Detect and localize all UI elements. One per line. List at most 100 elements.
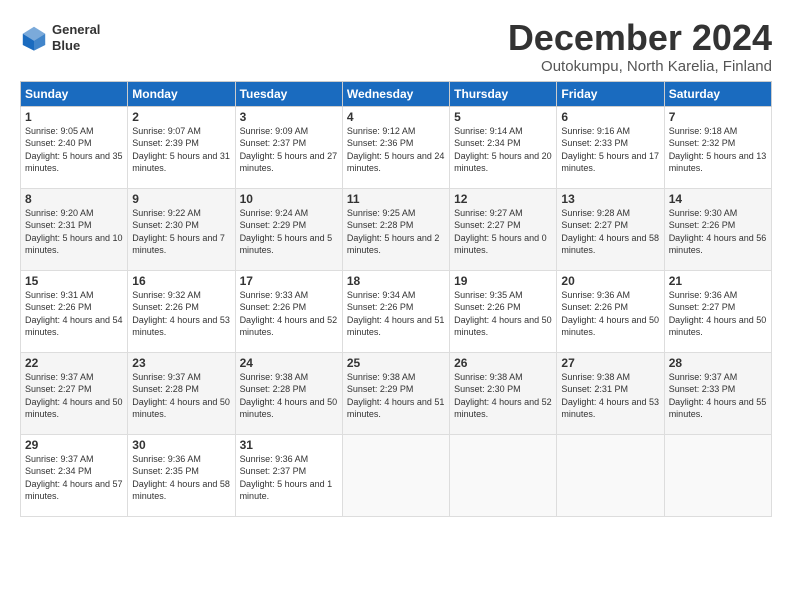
day-info: Sunrise: 9:37 AMSunset: 2:34 PMDaylight:…: [25, 454, 123, 502]
day-info: Sunrise: 9:34 AMSunset: 2:26 PMDaylight:…: [347, 290, 445, 338]
day-number: 15: [25, 274, 123, 288]
day-number: 20: [561, 274, 659, 288]
day-info: Sunrise: 9:05 AMSunset: 2:40 PMDaylight:…: [25, 126, 123, 174]
calendar-cell: 9 Sunrise: 9:22 AMSunset: 2:30 PMDaylight…: [128, 188, 235, 270]
day-info: Sunrise: 9:38 AMSunset: 2:30 PMDaylight:…: [454, 372, 552, 420]
day-info: Sunrise: 9:28 AMSunset: 2:27 PMDaylight:…: [561, 208, 659, 256]
calendar-cell: 5 Sunrise: 9:14 AMSunset: 2:34 PMDaylight…: [450, 106, 557, 188]
day-number: 7: [669, 110, 767, 124]
calendar-cell: 29 Sunrise: 9:37 AMSunset: 2:34 PMDayligh…: [21, 434, 128, 516]
calendar-cell: 23Sunrise: 9:37 AMSunset: 2:28 PMDayligh…: [128, 352, 235, 434]
day-info: Sunrise: 9:09 AMSunset: 2:37 PMDaylight:…: [240, 126, 338, 174]
header: General Blue December 2024 Outokumpu, No…: [20, 18, 772, 75]
calendar-week-row: 15Sunrise: 9:31 AMSunset: 2:26 PMDayligh…: [21, 270, 772, 352]
calendar-cell: 12 Sunrise: 9:27 AMSunset: 2:27 PMDayligh…: [450, 188, 557, 270]
calendar-cell: 19Sunrise: 9:35 AMSunset: 2:26 PMDayligh…: [450, 270, 557, 352]
day-number: 16: [132, 274, 230, 288]
day-info: Sunrise: 9:36 AMSunset: 2:35 PMDaylight:…: [132, 454, 230, 502]
calendar-week-row: 22 Sunrise: 9:37 AMSunset: 2:27 PMDayligh…: [21, 352, 772, 434]
day-info: Sunrise: 9:14 AMSunset: 2:34 PMDaylight:…: [454, 126, 552, 174]
day-number: 4: [347, 110, 445, 124]
calendar-cell: 20 Sunrise: 9:36 AMSunset: 2:26 PMDayligh…: [557, 270, 664, 352]
calendar-cell: 27 Sunrise: 9:38 AMSunset: 2:31 PMDayligh…: [557, 352, 664, 434]
logo-line1: General: [52, 22, 100, 38]
calendar-cell: 24Sunrise: 9:38 AMSunset: 2:28 PMDayligh…: [235, 352, 342, 434]
day-number: 29: [25, 438, 123, 452]
calendar-week-row: 1 Sunrise: 9:05 AMSunset: 2:40 PMDaylight…: [21, 106, 772, 188]
day-number: 2: [132, 110, 230, 124]
day-info: Sunrise: 9:37 AMSunset: 2:28 PMDaylight:…: [132, 372, 230, 420]
day-info: Sunrise: 9:20 AMSunset: 2:31 PMDaylight:…: [25, 208, 123, 256]
logo: General Blue: [20, 22, 100, 53]
day-number: 24: [240, 356, 338, 370]
day-info: Sunrise: 9:30 AMSunset: 2:26 PMDaylight:…: [669, 208, 767, 256]
main-title: December 2024: [508, 18, 772, 58]
day-of-week-header: Friday: [557, 81, 664, 106]
day-info: Sunrise: 9:36 AMSunset: 2:27 PMDaylight:…: [669, 290, 767, 338]
day-of-week-header: Saturday: [664, 81, 771, 106]
calendar-cell: 7 Sunrise: 9:18 AMSunset: 2:32 PMDaylight…: [664, 106, 771, 188]
calendar-cell: 16Sunrise: 9:32 AMSunset: 2:26 PMDayligh…: [128, 270, 235, 352]
day-info: Sunrise: 9:24 AMSunset: 2:29 PMDaylight:…: [240, 208, 333, 256]
calendar-cell: 22 Sunrise: 9:37 AMSunset: 2:27 PMDayligh…: [21, 352, 128, 434]
day-number: 31: [240, 438, 338, 452]
day-info: Sunrise: 9:22 AMSunset: 2:30 PMDaylight:…: [132, 208, 225, 256]
day-number: 13: [561, 192, 659, 206]
calendar-cell: 21 Sunrise: 9:36 AMSunset: 2:27 PMDayligh…: [664, 270, 771, 352]
day-info: Sunrise: 9:25 AMSunset: 2:28 PMDaylight:…: [347, 208, 440, 256]
calendar-cell: 28Sunrise: 9:37 AMSunset: 2:33 PMDayligh…: [664, 352, 771, 434]
day-info: Sunrise: 9:33 AMSunset: 2:26 PMDaylight:…: [240, 290, 338, 338]
calendar-cell: 4 Sunrise: 9:12 AMSunset: 2:36 PMDaylight…: [342, 106, 449, 188]
day-number: 19: [454, 274, 552, 288]
calendar-cell: 1 Sunrise: 9:05 AMSunset: 2:40 PMDaylight…: [21, 106, 128, 188]
day-number: 9: [132, 192, 230, 206]
day-info: Sunrise: 9:37 AMSunset: 2:27 PMDaylight:…: [25, 372, 123, 420]
day-number: 17: [240, 274, 338, 288]
calendar-cell: 10Sunrise: 9:24 AMSunset: 2:29 PMDayligh…: [235, 188, 342, 270]
day-number: 30: [132, 438, 230, 452]
day-number: 12: [454, 192, 552, 206]
day-info: Sunrise: 9:12 AMSunset: 2:36 PMDaylight:…: [347, 126, 445, 174]
day-of-week-header: Sunday: [21, 81, 128, 106]
calendar-cell: 8 Sunrise: 9:20 AMSunset: 2:31 PMDaylight…: [21, 188, 128, 270]
day-of-week-header: Monday: [128, 81, 235, 106]
calendar-cell: 31 Sunrise: 9:36 AMSunset: 2:37 PMDayligh…: [235, 434, 342, 516]
calendar-cell: [557, 434, 664, 516]
day-info: Sunrise: 9:36 AMSunset: 2:26 PMDaylight:…: [561, 290, 659, 338]
day-number: 5: [454, 110, 552, 124]
calendar-header-row: SundayMondayTuesdayWednesdayThursdayFrid…: [21, 81, 772, 106]
day-number: 14: [669, 192, 767, 206]
logo-icon: [20, 24, 48, 52]
day-of-week-header: Wednesday: [342, 81, 449, 106]
day-number: 28: [669, 356, 767, 370]
day-info: Sunrise: 9:38 AMSunset: 2:31 PMDaylight:…: [561, 372, 659, 420]
calendar-cell: [664, 434, 771, 516]
day-info: Sunrise: 9:38 AMSunset: 2:29 PMDaylight:…: [347, 372, 445, 420]
page: General Blue December 2024 Outokumpu, No…: [0, 0, 792, 612]
day-of-week-header: Tuesday: [235, 81, 342, 106]
day-info: Sunrise: 9:27 AMSunset: 2:27 PMDaylight:…: [454, 208, 547, 256]
logo-text: General Blue: [52, 22, 100, 53]
calendar-cell: 14 Sunrise: 9:30 AMSunset: 2:26 PMDayligh…: [664, 188, 771, 270]
day-number: 6: [561, 110, 659, 124]
day-number: 27: [561, 356, 659, 370]
day-number: 3: [240, 110, 338, 124]
calendar-cell: 3 Sunrise: 9:09 AMSunset: 2:37 PMDaylight…: [235, 106, 342, 188]
day-number: 21: [669, 274, 767, 288]
day-number: 11: [347, 192, 445, 206]
day-number: 18: [347, 274, 445, 288]
day-number: 22: [25, 356, 123, 370]
subtitle: Outokumpu, North Karelia, Finland: [508, 58, 772, 75]
calendar-cell: 6Sunrise: 9:16 AMSunset: 2:33 PMDaylight…: [557, 106, 664, 188]
calendar-cell: 17 Sunrise: 9:33 AMSunset: 2:26 PMDayligh…: [235, 270, 342, 352]
day-number: 8: [25, 192, 123, 206]
day-info: Sunrise: 9:18 AMSunset: 2:32 PMDaylight:…: [669, 126, 767, 174]
day-info: Sunrise: 9:36 AMSunset: 2:37 PMDaylight:…: [240, 454, 333, 502]
calendar-cell: 25 Sunrise: 9:38 AMSunset: 2:29 PMDayligh…: [342, 352, 449, 434]
day-number: 1: [25, 110, 123, 124]
calendar-week-row: 8 Sunrise: 9:20 AMSunset: 2:31 PMDaylight…: [21, 188, 772, 270]
calendar-cell: [450, 434, 557, 516]
calendar-cell: 11 Sunrise: 9:25 AMSunset: 2:28 PMDayligh…: [342, 188, 449, 270]
calendar-cell: 30 Sunrise: 9:36 AMSunset: 2:35 PMDayligh…: [128, 434, 235, 516]
day-number: 25: [347, 356, 445, 370]
